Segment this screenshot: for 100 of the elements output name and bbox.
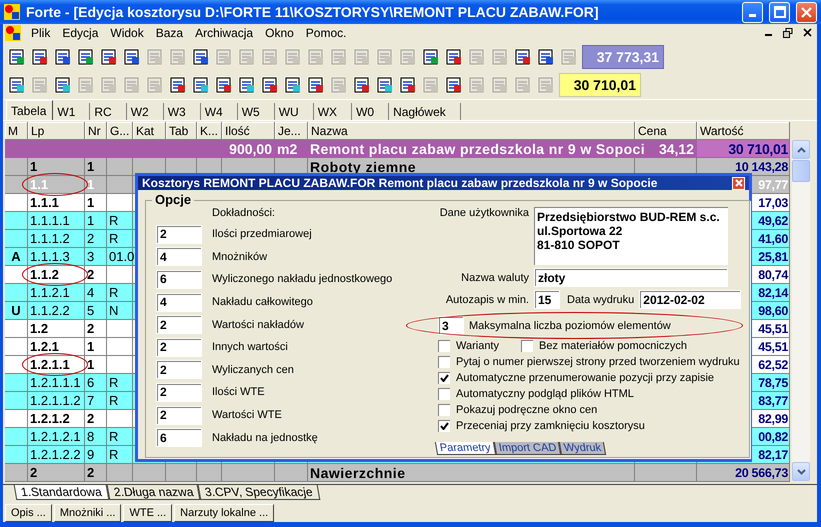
scrollbar[interactable]	[792, 140, 810, 482]
field-label: Data wydruku	[567, 294, 634, 306]
input-field[interactable]: 2	[156, 360, 202, 380]
checkbox[interactable]	[438, 356, 450, 368]
menu-item[interactable]: Edycja	[56, 26, 104, 40]
table-cell: 2	[87, 411, 94, 426]
tab[interactable]: 3.CPV, Specyfikacje	[198, 485, 320, 500]
action-button[interactable]: Opis ...	[5, 504, 52, 522]
tab[interactable]: Parametry	[434, 442, 496, 455]
column-header[interactable]: Tab	[166, 122, 197, 140]
menu-item[interactable]: Pomoc.	[300, 26, 352, 40]
menu-item[interactable]: Okno	[259, 26, 300, 40]
tab[interactable]: W2	[126, 103, 164, 120]
tab[interactable]: WU	[274, 103, 314, 120]
field-label: Ilości przedmiarowej	[212, 228, 312, 240]
input-field[interactable]: 3	[438, 316, 464, 335]
tab[interactable]: Wydruk	[559, 442, 607, 455]
sheet-icon	[284, 76, 302, 94]
input-field[interactable]: 6	[156, 428, 202, 448]
tab[interactable]: W1	[53, 103, 90, 120]
close-icon[interactable]	[803, 28, 812, 38]
action-button[interactable]: Narzuty lokalne ...	[174, 504, 274, 522]
sheet-icon	[192, 48, 210, 66]
table-cell: 900,00	[229, 140, 272, 157]
tab[interactable]: Import CAD	[494, 442, 562, 455]
text-area[interactable]: Przedsiębiorstwo BUD-REM s.c. ul.Sportowa 22 81-810 SOPOT	[534, 207, 728, 265]
column-header[interactable]: Kat	[133, 122, 166, 140]
action-button[interactable]: Mnożniki ...	[54, 504, 122, 522]
close-icon	[801, 6, 812, 18]
column-header[interactable]: Lp	[28, 122, 85, 140]
column-header[interactable]: K...	[197, 122, 222, 140]
input-field[interactable]: 2	[156, 338, 202, 357]
scroll-thumb[interactable]	[792, 160, 810, 182]
tab[interactable]: W3	[164, 103, 201, 120]
checkbox[interactable]	[438, 404, 450, 416]
sheet-icon	[306, 76, 324, 94]
table-cell: 1	[87, 339, 94, 354]
table-cell: 8	[87, 429, 94, 444]
table-cell: 80,74	[758, 268, 788, 282]
table-cell: 6	[87, 375, 94, 390]
tab[interactable]: Tabela	[6, 100, 54, 120]
column-header[interactable]: Je...	[275, 122, 308, 140]
input-field[interactable]: 2	[156, 406, 202, 425]
checkbox[interactable]	[438, 340, 450, 352]
scroll-down-button[interactable]	[792, 462, 810, 482]
tab[interactable]: W0	[352, 103, 390, 120]
tab[interactable]: RC	[90, 103, 127, 120]
minimize-button[interactable]	[742, 2, 763, 22]
column-header[interactable]: Nr	[85, 122, 107, 140]
tab[interactable]: 2.Długa nazwa	[106, 485, 200, 500]
scroll-up-button[interactable]	[792, 140, 810, 160]
action-button[interactable]: WTE ...	[123, 504, 172, 522]
checkbox[interactable]	[438, 388, 450, 400]
table-cell: R	[109, 375, 118, 390]
input-field[interactable]: 2	[156, 224, 202, 244]
sheet-icon	[260, 76, 278, 94]
table-row[interactable]: 900,00 m2 Remont placu zabaw przedszkola nr 9 w Sopoci 34,12 30 710,01	[5, 140, 790, 158]
table-cell: 82,99	[758, 412, 788, 426]
tab[interactable]: WX	[314, 103, 352, 120]
table-cell: N	[109, 303, 118, 318]
column-header[interactable]: Wartość	[697, 122, 790, 140]
maximize-button[interactable]	[769, 2, 790, 22]
input-field[interactable]: 4	[156, 292, 202, 312]
checkbox[interactable]	[521, 340, 533, 352]
input-field[interactable]: 2	[156, 382, 202, 402]
checkbox-label: Warianty	[456, 340, 499, 352]
input-field[interactable]: 4	[156, 247, 202, 266]
menu-item[interactable]: Plik	[25, 26, 56, 40]
table-cell: 20 566,73	[735, 466, 788, 480]
input-field[interactable]: 2012-02-02	[639, 290, 742, 309]
input-field[interactable]: 6	[156, 270, 202, 289]
table-cell: R	[109, 429, 118, 444]
column-header[interactable]: Ilość	[222, 122, 275, 140]
sheet-icon	[76, 76, 94, 94]
tab[interactable]: 1.Standardowa	[14, 485, 110, 500]
menu-item[interactable]: Baza	[150, 26, 190, 40]
restore-icon[interactable]	[783, 28, 793, 38]
sheet-icon	[30, 48, 48, 66]
sheet-icon	[560, 48, 578, 66]
table-cell: 45,51	[758, 322, 788, 336]
tab[interactable]: Nagłówek	[389, 103, 461, 120]
close-button[interactable]	[732, 176, 745, 190]
tab[interactable]: W4	[200, 103, 238, 120]
input-field[interactable]: 2	[156, 315, 202, 334]
checkbox[interactable]	[438, 372, 450, 384]
text-line: Przedsiębiorstwo BUD-REM s.c.	[537, 210, 721, 224]
sheet-icon	[30, 76, 48, 94]
checkbox[interactable]	[438, 420, 450, 432]
input-field[interactable]: 15	[534, 290, 560, 309]
column-header[interactable]: G...	[107, 122, 133, 140]
input-field[interactable]: złoty	[534, 268, 728, 287]
menu-item[interactable]: Widok	[104, 26, 150, 40]
table-row[interactable]: 2 2 Nawierzchnie 20 566,73	[5, 464, 790, 482]
tab[interactable]: W5	[238, 103, 275, 120]
column-header[interactable]: Nazwa	[308, 122, 635, 140]
column-header[interactable]: M	[5, 122, 28, 140]
sheet-icon	[468, 48, 486, 66]
menu-item[interactable]: Archiwacja	[189, 26, 260, 40]
column-header[interactable]: Cena	[635, 122, 697, 140]
close-button[interactable]	[796, 2, 817, 22]
